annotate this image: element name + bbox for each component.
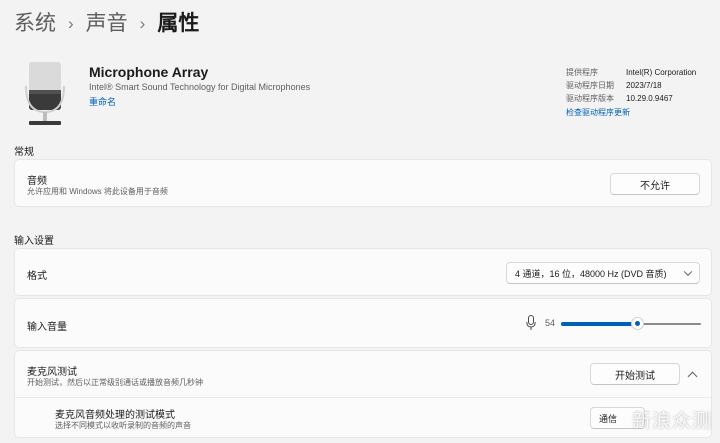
breadcrumb: 系统 › 声音 › 属性 <box>14 10 199 38</box>
test-mode-subtitle: 选择不同模式以收听录制的音频的声音 <box>55 421 191 430</box>
disallow-button[interactable]: 不允许 <box>610 173 700 195</box>
watermark: 新浪众测 <box>631 411 712 432</box>
volume-value: 54 <box>545 318 556 328</box>
general-section-title: 常规 <box>14 147 34 158</box>
device-description: Intel® Smart Sound Technology for Digita… <box>89 82 311 92</box>
driver-date-row: 驱动程序日期 2023/7/18 <box>566 79 696 92</box>
start-test-button[interactable]: 开始测试 <box>590 363 680 385</box>
volume-slider[interactable] <box>561 317 701 330</box>
mic-test-title: 麦克风测试 <box>27 367 77 378</box>
microphone-icon[interactable] <box>526 315 536 331</box>
audio-card: 音频 允许应用和 Windows 将此设备用于音频 不允许 <box>14 159 712 207</box>
format-label: 格式 <box>27 271 47 282</box>
driver-provider-value: Intel(R) Corporation <box>626 68 697 77</box>
driver-date-label: 驱动程序日期 <box>566 81 614 90</box>
format-card: 格式 4 通道，16 位，48000 Hz (DVD 音质) <box>14 248 712 296</box>
divider <box>15 397 711 398</box>
rename-link[interactable]: 重命名 <box>89 95 116 108</box>
chevron-right-icon: › <box>68 14 74 33</box>
driver-version-value: 10.29.0.9467 <box>626 94 673 103</box>
chevron-right-icon: › <box>139 14 146 33</box>
chevron-down-icon <box>683 267 693 277</box>
driver-version-row: 驱动程序版本 10.29.0.9467 <box>566 92 696 105</box>
mic-test-subtitle: 开始测试，然后以正常级别通话或播放音频几秒钟 <box>27 378 203 387</box>
volume-label: 输入音量 <box>27 322 67 333</box>
check-driver-update-link[interactable]: 检查驱动程序更新 <box>566 106 696 119</box>
device-header: Microphone Array Intel® Smart Sound Tech… <box>0 54 720 130</box>
page-title: 属性 <box>157 12 200 35</box>
input-settings-title: 输入设置 <box>14 236 54 247</box>
mic-test-card: 麦克风测试 开始测试，然后以正常级别通话或播放音频几秒钟 开始测试 麦克风音频处… <box>14 350 712 438</box>
driver-version-label: 驱动程序版本 <box>566 94 614 103</box>
breadcrumb-system[interactable]: 系统 <box>14 10 56 38</box>
slider-fill <box>561 322 637 326</box>
microphone-icon <box>25 62 65 125</box>
device-name: Microphone Array <box>89 64 209 80</box>
breadcrumb-sound[interactable]: 声音 <box>86 10 128 38</box>
driver-date-value: 2023/7/18 <box>626 81 662 90</box>
driver-provider-row: 提供程序 Intel(R) Corporation <box>566 66 696 79</box>
slider-thumb[interactable] <box>630 317 644 330</box>
driver-info: 提供程序 Intel(R) Corporation 驱动程序日期 2023/7/… <box>566 66 696 119</box>
format-value: 4 通道，16 位，48000 Hz (DVD 音质) <box>515 268 667 279</box>
driver-provider-label: 提供程序 <box>566 68 598 77</box>
chevron-up-icon[interactable] <box>687 371 698 382</box>
audio-title: 音频 <box>27 176 47 187</box>
test-mode-value: 通信 <box>599 413 618 424</box>
volume-card: 输入音量 54 <box>14 298 712 348</box>
test-mode-title: 麦克风音频处理的测试模式 <box>55 410 175 421</box>
audio-subtitle: 允许应用和 Windows 将此设备用于音频 <box>27 187 168 196</box>
format-dropdown[interactable]: 4 通道，16 位，48000 Hz (DVD 音质) <box>506 262 700 284</box>
